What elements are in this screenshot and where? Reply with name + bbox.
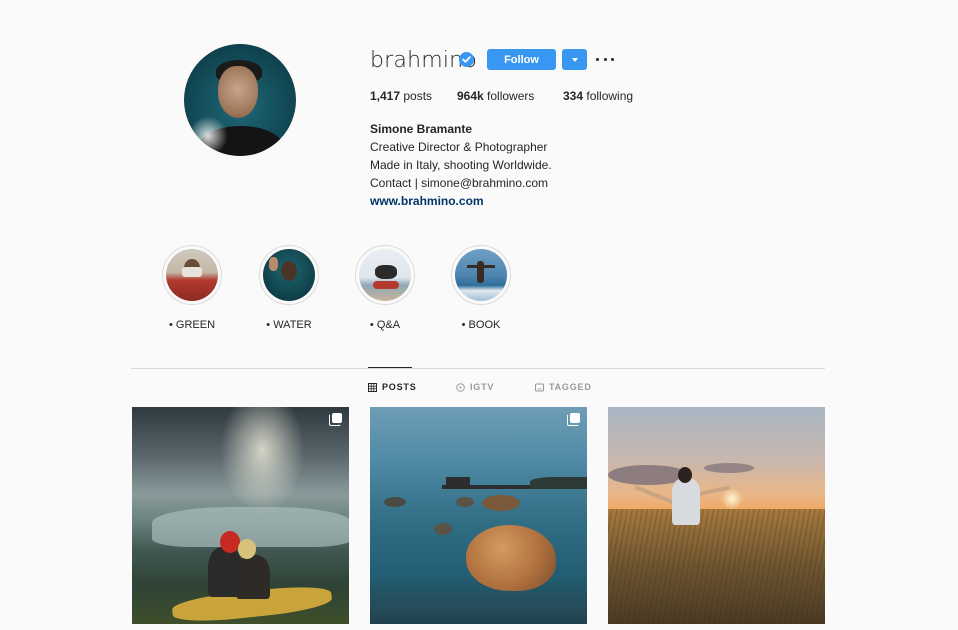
post-scenery [608,509,825,624]
highlight-ring [355,245,415,305]
highlight-cover [263,249,315,301]
post-thumbnail[interactable] [132,407,349,624]
tab-posts[interactable]: POSTS [368,382,417,392]
profile-bio: Simone Bramante Creative Director & Phot… [370,120,630,210]
post-person [236,555,270,599]
followers-stat[interactable]: 964k followers [457,89,534,103]
highlight-qa[interactable]: • Q&A [350,245,420,332]
highlight-label: • Q&A [369,319,401,331]
followers-label: followers [487,89,535,103]
highlight-cover [455,249,507,301]
highlight-cover [166,249,218,301]
post-thumbnail[interactable] [370,407,587,624]
bio-line: Creative Director & Photographer [370,140,548,154]
highlight-ring [451,245,511,305]
posts-label: posts [403,89,433,103]
post-scenery [704,463,754,473]
highlight-label: • WATER [266,319,312,331]
post-scenery [530,477,587,489]
post-person [238,539,256,559]
tab-label: POSTS [382,382,417,392]
posts-count: 1,417 [370,89,401,103]
followers-count: 964k [457,89,484,103]
posts-stat: 1,417 posts [370,89,432,103]
follow-button[interactable]: Follow [487,49,556,70]
tab-tagged[interactable]: TAGGED [535,382,592,392]
highlight-ring [259,245,319,305]
suggested-dropdown-button[interactable] [562,49,587,70]
igtv-icon [456,382,465,392]
avatar-face [218,66,258,118]
post-scenery [370,577,587,624]
highlight-water[interactable]: • WATER [254,245,324,332]
post-scenery [482,495,520,511]
post-person [672,479,700,525]
bio-website-link[interactable]: www.brahmino.com [370,192,630,210]
multiple-photos-icon [329,413,342,426]
post-person [678,467,692,483]
tab-igtv[interactable]: IGTV [456,382,494,392]
post-scenery [446,477,470,489]
highlight-green[interactable]: • GREEN [157,245,227,332]
bio-line: Contact | simone@brahmino.com [370,176,549,190]
post-person [634,485,676,505]
tab-label: IGTV [470,382,495,392]
post-scenery [456,497,474,507]
highlight-label: • BOOK [461,319,501,331]
post-person [220,531,240,553]
post-scenery [384,497,406,507]
active-tab-indicator [368,367,412,368]
post-thumbnail[interactable] [608,407,825,624]
highlight-ring [162,245,222,305]
post-scenery [720,489,744,509]
highlight-book[interactable]: • BOOK [446,245,516,332]
bio-line: Made in Italy, shooting Worldwide. [370,158,552,172]
profile-avatar[interactable] [184,44,296,156]
highlight-label: • GREEN [168,319,216,331]
grid-icon [368,382,377,392]
post-scenery [466,525,556,591]
bio-full-name: Simone Bramante [370,122,473,136]
chevron-down-icon [571,57,578,62]
more-options-icon[interactable] [596,52,614,66]
avatar-light-flare [188,116,228,156]
multiple-photos-icon [567,413,580,426]
post-scenery [434,523,452,535]
tabs-divider [131,368,825,369]
following-label: following [586,89,634,103]
tab-label: TAGGED [549,382,592,392]
following-stat[interactable]: 334 following [563,89,633,103]
verified-badge-icon [459,52,474,67]
following-count: 334 [563,89,584,103]
tagged-icon [535,383,544,391]
highlight-cover [359,249,411,301]
